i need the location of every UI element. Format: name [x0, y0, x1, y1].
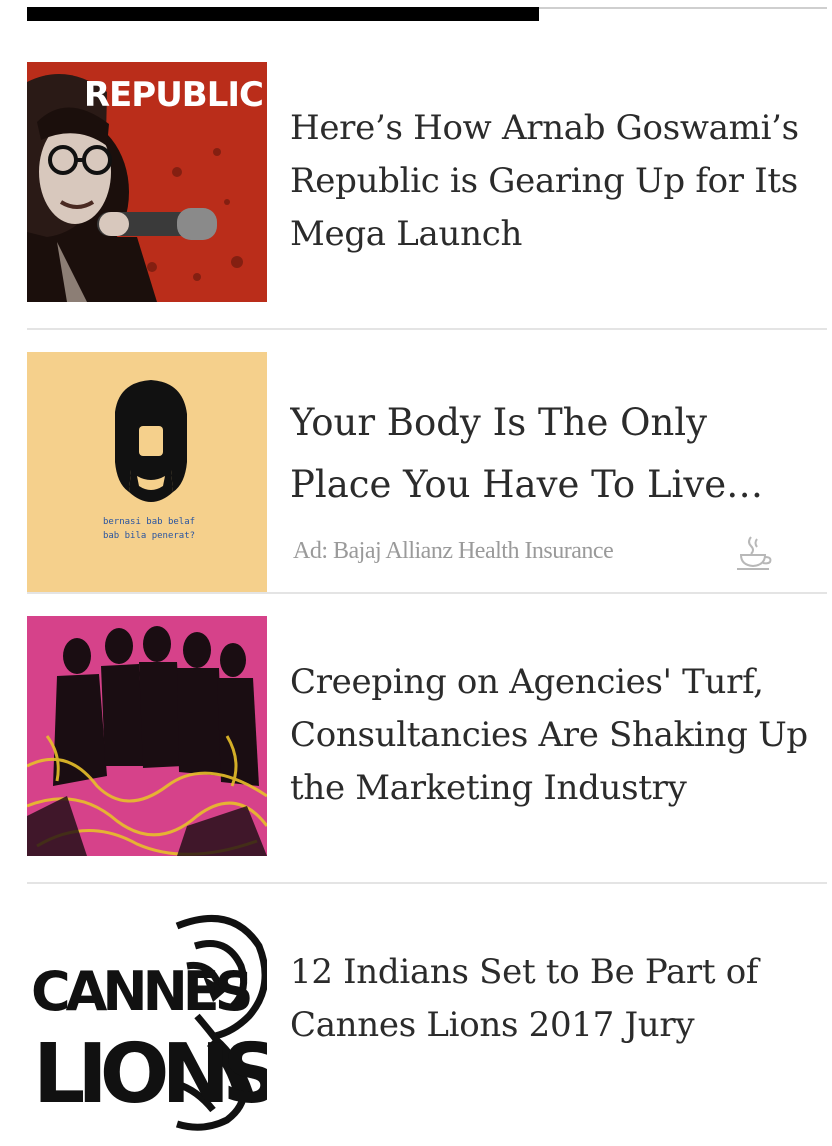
ad-thumbnail[interactable]: bernasi bab belaf bab bila penerat? — [27, 352, 267, 592]
republic-logo-text: REPUBLIC — [84, 75, 263, 115]
divider — [27, 592, 827, 594]
cannes-logo-text: CANNES — [31, 960, 250, 1023]
divider — [27, 882, 827, 884]
lions-logo-text: LIONS — [33, 1027, 267, 1122]
story-thumbnail-consultancies[interactable] — [27, 616, 267, 856]
ad-sponsor-label: Ad: Bajaj Allianz Health Insurance — [293, 538, 614, 564]
ad-headline-line-1: Your Body Is The Only — [290, 401, 708, 444]
sponsored-story-card[interactable]: bernasi bab belaf bab bila penerat? Your… — [27, 352, 827, 592]
divider — [27, 328, 827, 330]
story-card-republic[interactable]: REPUBLIC Here’s How Arnab Goswami’s Repu… — [27, 62, 827, 302]
ad-thumb-caption-2: bab bila penerat? — [103, 531, 195, 541]
story-headline[interactable]: Here’s How Arnab Goswami’s Republic is G… — [290, 102, 823, 261]
reading-progress-bar — [27, 7, 539, 21]
story-card-cannes-lions[interactable]: CANNES LIONS 12 Indians Set to Be Part o… — [27, 906, 827, 1146]
teacup-icon[interactable] — [735, 533, 775, 577]
story-thumbnail-cannes-lions[interactable]: CANNES LIONS — [27, 906, 267, 1146]
ad-thumb-caption-1: bernasi bab belaf — [103, 517, 195, 527]
story-thumbnail-republic[interactable]: REPUBLIC — [27, 62, 267, 302]
ad-headline-line-2: Place You Have To Live… — [290, 463, 764, 506]
story-headline[interactable]: Creeping on Agencies' Turf, Consultancie… — [290, 656, 823, 815]
story-card-consultancies[interactable]: Creeping on Agencies' Turf, Consultancie… — [27, 616, 827, 856]
story-headline[interactable]: 12 Indians Set to Be Part of Cannes Lion… — [290, 946, 823, 1052]
ad-headline[interactable]: Your Body Is The Only Place You Have To … — [290, 392, 823, 516]
